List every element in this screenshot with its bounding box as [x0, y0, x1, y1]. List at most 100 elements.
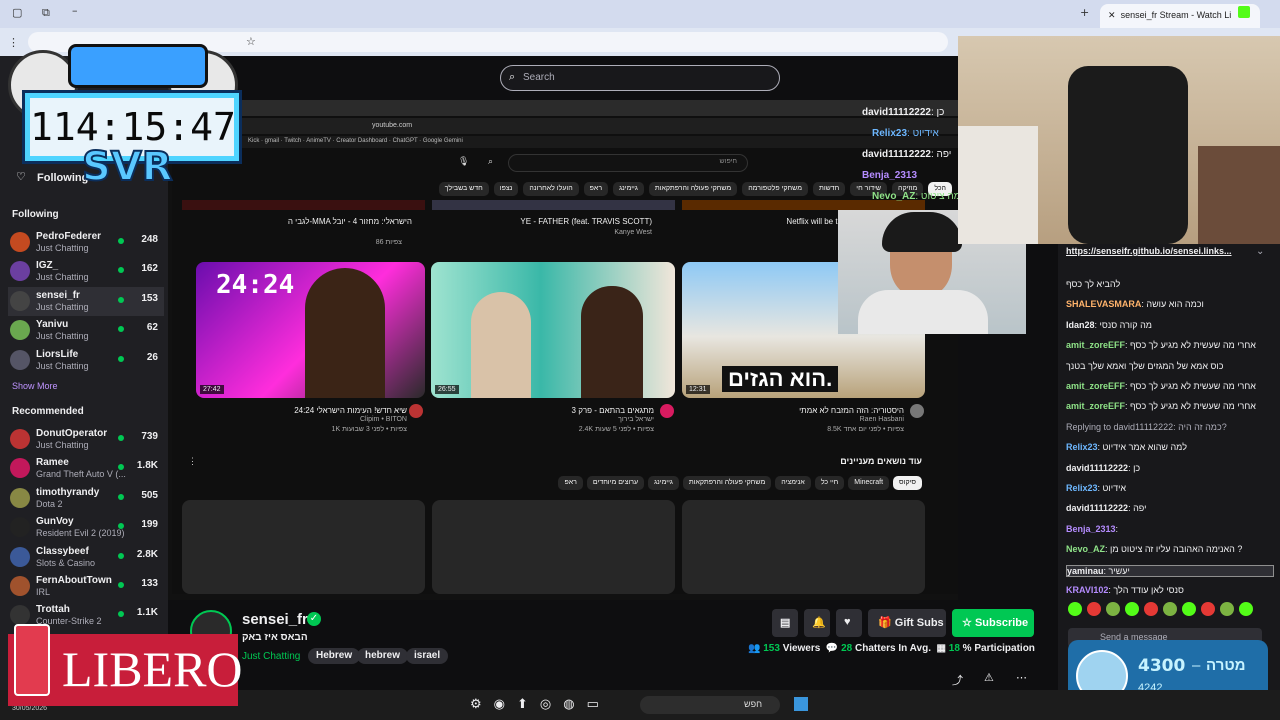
- chat-message[interactable]: Idan28: מה קורה סנסי: [1066, 320, 1274, 330]
- restore-icon[interactable]: ⧉: [42, 6, 50, 20]
- microphone-icon[interactable]: 🎙: [458, 156, 469, 167]
- obs-icon[interactable]: ◎: [540, 696, 551, 712]
- minimize-icon[interactable]: –: [72, 4, 78, 17]
- search-input[interactable]: ⌕ Search: [500, 65, 780, 91]
- chat-username[interactable]: Benja_2313: [1066, 524, 1116, 534]
- chat-username[interactable]: david11112222: [1066, 463, 1128, 473]
- topic-chip[interactable]: ערוצים מיוחדים: [586, 476, 645, 490]
- section-menu-icon[interactable]: ⋮: [188, 456, 197, 467]
- app-icon[interactable]: ⬆: [517, 696, 528, 712]
- follow-heart-icon[interactable]: ♥: [836, 609, 862, 637]
- chat-message[interactable]: yaminau: יעשיר: [1066, 564, 1274, 577]
- close-icon[interactable]: ✕: [1108, 10, 1116, 20]
- chat-username[interactable]: david11112222: [1066, 503, 1128, 513]
- filter-chip[interactable]: משחקי פלטפורמה: [742, 182, 809, 196]
- emote-icon[interactable]: [1201, 602, 1215, 616]
- emote-icon[interactable]: [1106, 602, 1120, 616]
- theatre-icon[interactable]: ▤: [772, 609, 798, 637]
- filter-chip[interactable]: משחקי פעולה והרפתקאות: [648, 182, 738, 196]
- video-title[interactable]: YE - FATHER (feat. TRAVIS SCOTT): [432, 217, 652, 226]
- emote-icon[interactable]: [1182, 602, 1196, 616]
- tag-hebrew[interactable]: Hebrew: [308, 648, 361, 664]
- video-title[interactable]: מתגאים בהתאם - פרק 3: [434, 406, 654, 415]
- recommended-channel[interactable]: GunVoy Resident Evil 2 (2019) 199: [8, 513, 164, 542]
- notification-bell-icon[interactable]: 🔔: [804, 609, 830, 637]
- chat-username[interactable]: amit_zoreEFF: [1066, 401, 1125, 411]
- recommended-channel[interactable]: timothyrandy Dota 2 505: [8, 484, 164, 513]
- chat-message[interactable]: david11112222: כן: [1066, 463, 1274, 473]
- channel-avatar[interactable]: [910, 404, 924, 418]
- recommended-channel[interactable]: Ramee Grand Theft Auto V (... 1.8K: [8, 454, 164, 483]
- heart-icon[interactable]: ♡: [16, 170, 26, 183]
- youtube-search-input[interactable]: חיפוש: [508, 154, 748, 172]
- chat-username[interactable]: Idan28: [1066, 320, 1095, 330]
- pinned-link[interactable]: https://senseifr.github.io/sensei.links.…: [1066, 246, 1256, 256]
- windows-start-icon[interactable]: [794, 697, 808, 711]
- chat-username[interactable]: amit_zoreEFF: [1066, 340, 1125, 350]
- video-thumb-partial[interactable]: [182, 200, 425, 210]
- emote-icon[interactable]: [1068, 602, 1082, 616]
- channel-avatar[interactable]: [409, 404, 423, 418]
- following-channel[interactable]: Yanivu Just Chatting 62: [8, 316, 164, 345]
- filter-chip[interactable]: ראפ: [583, 182, 609, 196]
- emote-icon[interactable]: [1163, 602, 1177, 616]
- tab-sensei-stream[interactable]: ✕ sensei_fr Stream - Watch Li: [1100, 4, 1260, 28]
- topic-chip[interactable]: סיקוס: [893, 476, 922, 490]
- following-channel[interactable]: IGZ_ Just Chatting 162: [8, 257, 164, 286]
- chat-username[interactable]: Relix23: [1066, 442, 1098, 452]
- chat-message[interactable]: amit_zoreEFF: אחרי מה שעשית לא מגיע לך כ…: [1066, 381, 1274, 391]
- emote-icon[interactable]: [1087, 602, 1101, 616]
- topic-chip[interactable]: גיימינג: [648, 476, 679, 490]
- window-menu-icon[interactable]: ▢: [12, 6, 22, 19]
- show-more-link[interactable]: Show More: [12, 381, 58, 391]
- filter-chip[interactable]: חדש בשבילך: [438, 182, 489, 196]
- chat-message[interactable]: Nevo_AZ: האנימה האהובה עליו זה ציטוט מן …: [1066, 544, 1274, 554]
- steam-icon[interactable]: ⚙: [470, 696, 482, 712]
- chat-username[interactable]: SHALEVASMARA: [1066, 299, 1141, 309]
- filter-chip[interactable]: נצפו: [493, 182, 519, 196]
- chat-message[interactable]: Replying to david11112222: כמה זה היה?: [1066, 422, 1274, 432]
- recommended-channel[interactable]: DonutOperator Just Chatting 739: [8, 425, 164, 454]
- topic-chip[interactable]: אנימציה: [775, 476, 811, 490]
- share-icon[interactable]: ⤴: [952, 672, 963, 688]
- chat-message[interactable]: david11112222: יפה: [1066, 503, 1274, 513]
- following-channel[interactable]: LiorsLife Just Chatting 26: [8, 346, 164, 375]
- following-nav-label[interactable]: Following: [37, 172, 88, 184]
- emote-icon[interactable]: [1220, 602, 1234, 616]
- filter-chip[interactable]: הועלו לאחרונה: [523, 182, 579, 196]
- report-icon[interactable]: ⚠: [984, 671, 994, 684]
- channel-avatar[interactable]: [660, 404, 674, 418]
- chat-message[interactable]: amit_zoreEFF: אחרי מה שעשית לא מגיע לך כ…: [1066, 401, 1274, 411]
- channel-name[interactable]: sensei_fr: [242, 611, 308, 628]
- chat-message[interactable]: SHALEVASMARA: וכמה הוא עושה: [1066, 299, 1274, 309]
- emote-icon[interactable]: [1239, 602, 1253, 616]
- video-thumb-partial[interactable]: [432, 200, 675, 210]
- more-options-icon[interactable]: ⋯: [1016, 671, 1027, 684]
- chat-username[interactable]: amit_zoreEFF: [1066, 381, 1125, 391]
- chat-username[interactable]: Nevo_AZ: [1066, 544, 1105, 554]
- emote-icon[interactable]: [1144, 602, 1158, 616]
- topic-chip[interactable]: משחקי פעולה והרפתקאות: [682, 476, 772, 490]
- topic-chip[interactable]: חיי כל: [814, 476, 845, 490]
- chat-username[interactable]: KRAVI102: [1066, 585, 1108, 595]
- tag-israel[interactable]: israel: [406, 648, 449, 664]
- video-title[interactable]: היסטוריה: הזה המזבח לא אמתי: [684, 406, 904, 415]
- video-title[interactable]: לגבי ה-MMA הישראלי: מחזור 4 - יובל: [182, 217, 412, 226]
- subscribe-button[interactable]: ☆ Subscribe: [952, 609, 1034, 637]
- following-channel[interactable]: sensei_fr Just Chatting 153: [8, 286, 164, 316]
- topic-chip[interactable]: Minecraft: [848, 476, 890, 490]
- video-title[interactable]: Netflix will be th: [692, 217, 842, 226]
- chat-message[interactable]: להביא לך כסף: [1066, 279, 1274, 289]
- new-tab-icon[interactable]: +: [1080, 6, 1089, 19]
- video-thumbnail[interactable]: 24:24 27:42: [196, 262, 425, 398]
- filter-chip[interactable]: חדשות: [813, 182, 846, 196]
- chat-message[interactable]: Benja_2313:: [1066, 524, 1274, 534]
- chat-username[interactable]: Relix23: [1066, 483, 1098, 493]
- recommended-channel[interactable]: Classybeef Slots & Casino 2.8K: [8, 543, 164, 572]
- chat-message[interactable]: Relix23: למה שהוא אמר אידיוט: [1066, 442, 1274, 452]
- chat-message[interactable]: amit_zoreEFF: אחרי מה שעשית לא מגיע לך כ…: [1066, 340, 1274, 350]
- chat-message[interactable]: KRAVI102: סנסי לאן עודד הלך: [1066, 585, 1274, 595]
- chat-message[interactable]: כוס אמא של המגזים שלך ואמא שלך בטנך: [1066, 361, 1274, 371]
- tag-hebrew-lower[interactable]: hebrew: [357, 648, 409, 664]
- topic-chip[interactable]: ראפ: [558, 476, 583, 490]
